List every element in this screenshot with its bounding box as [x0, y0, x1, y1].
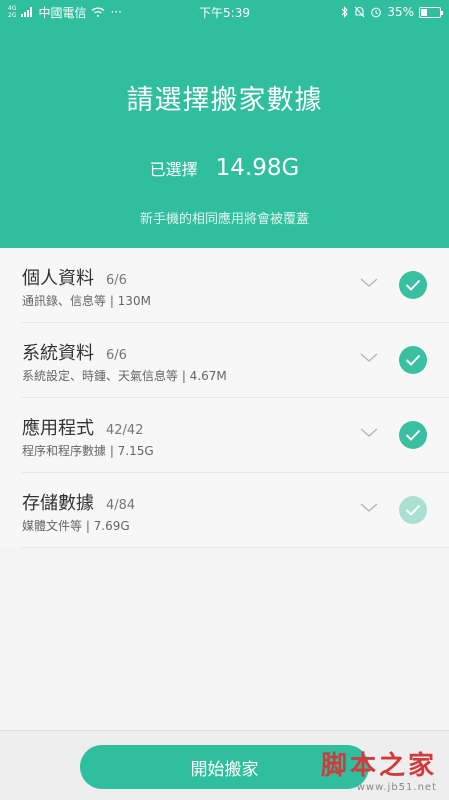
item-title-row: 系統資料 6/6: [22, 339, 127, 365]
selected-summary: 已選擇 14.98G: [0, 155, 449, 181]
status-left: 4G 2G 中國電信 ···: [8, 4, 122, 21]
item-count: 6/6: [106, 273, 127, 288]
list-item-storage[interactable]: 存儲數據 4/84 媒體文件等 | 7.69G: [22, 473, 449, 548]
watermark-main: 脚本之家: [320, 751, 437, 781]
item-desc: 通訊錄、信息等 | 130M: [22, 294, 151, 308]
item-desc: 系統設定、時鍾、天氣信息等 | 4.67M: [22, 369, 227, 383]
item-name: 系統資料: [22, 343, 94, 364]
chevron-down-icon[interactable]: [360, 424, 378, 442]
carrier-name: 中國電信: [38, 5, 87, 20]
list-item-apps[interactable]: 應用程式 42/42 程序和程序數據 | 7.15G: [22, 398, 449, 473]
item-desc: 程序和程序數據 | 7.15G: [22, 444, 154, 458]
check-icon[interactable]: [399, 421, 427, 449]
partial-check-icon[interactable]: [399, 496, 427, 524]
check-icon[interactable]: [399, 346, 427, 374]
signal-icon: [21, 7, 33, 17]
selected-size: 14.98G: [215, 155, 300, 181]
mute-bell-icon: [354, 6, 365, 18]
item-count: 4/84: [106, 498, 136, 513]
selected-label: 已選擇: [149, 160, 198, 179]
item-desc: 媒體文件等 | 7.69G: [22, 519, 130, 533]
watermark: 脚本之家 www.jb51.net: [321, 745, 437, 793]
item-name: 個人資料: [22, 268, 94, 289]
item-name: 存儲數據: [22, 493, 94, 514]
status-right: 35%: [341, 5, 443, 19]
item-title-row: 存儲數據 4/84: [22, 489, 135, 515]
bluetooth-icon: [341, 6, 349, 18]
battery-level: [421, 8, 428, 16]
page-title: 請選擇搬家數據: [126, 85, 323, 116]
item-title-row: 個人資料 6/6: [22, 264, 127, 290]
chevron-down-icon[interactable]: [360, 499, 378, 517]
item-title-row: 應用程式 42/42: [22, 414, 143, 440]
check-icon[interactable]: [399, 271, 427, 299]
status-bar: 4G 2G 中國電信 ··· 下午5:39 35%: [0, 0, 449, 24]
header: 4G 2G 中國電信 ··· 下午5:39 35% 請選擇搬家數據 已選擇 14…: [0, 0, 449, 248]
network-tag: 4G 2G: [8, 5, 17, 19]
wifi-icon: [92, 7, 105, 17]
chevron-down-icon[interactable]: [360, 274, 378, 292]
more-dots-icon: ···: [110, 5, 122, 19]
watermark-url: www.jb51.net: [356, 782, 437, 793]
battery-percent: 35%: [387, 5, 414, 19]
list-item-personal[interactable]: 個人資料 6/6 通訊錄、信息等 | 130M: [22, 248, 449, 323]
overwrite-notice: 新手機的相同應用將會被覆蓋: [139, 212, 309, 227]
item-name: 應用程式: [22, 418, 94, 439]
list-item-system[interactable]: 系統資料 6/6 系統設定、時鍾、天氣信息等 | 4.67M: [22, 323, 449, 398]
battery-icon: [419, 6, 443, 18]
chevron-down-icon[interactable]: [360, 349, 378, 367]
item-count: 6/6: [106, 348, 127, 363]
alarm-icon: [371, 7, 382, 18]
data-category-list: 個人資料 6/6 通訊錄、信息等 | 130M 系統資料 6/6 系統設定、時鍾…: [0, 248, 449, 548]
item-count: 42/42: [106, 423, 144, 438]
